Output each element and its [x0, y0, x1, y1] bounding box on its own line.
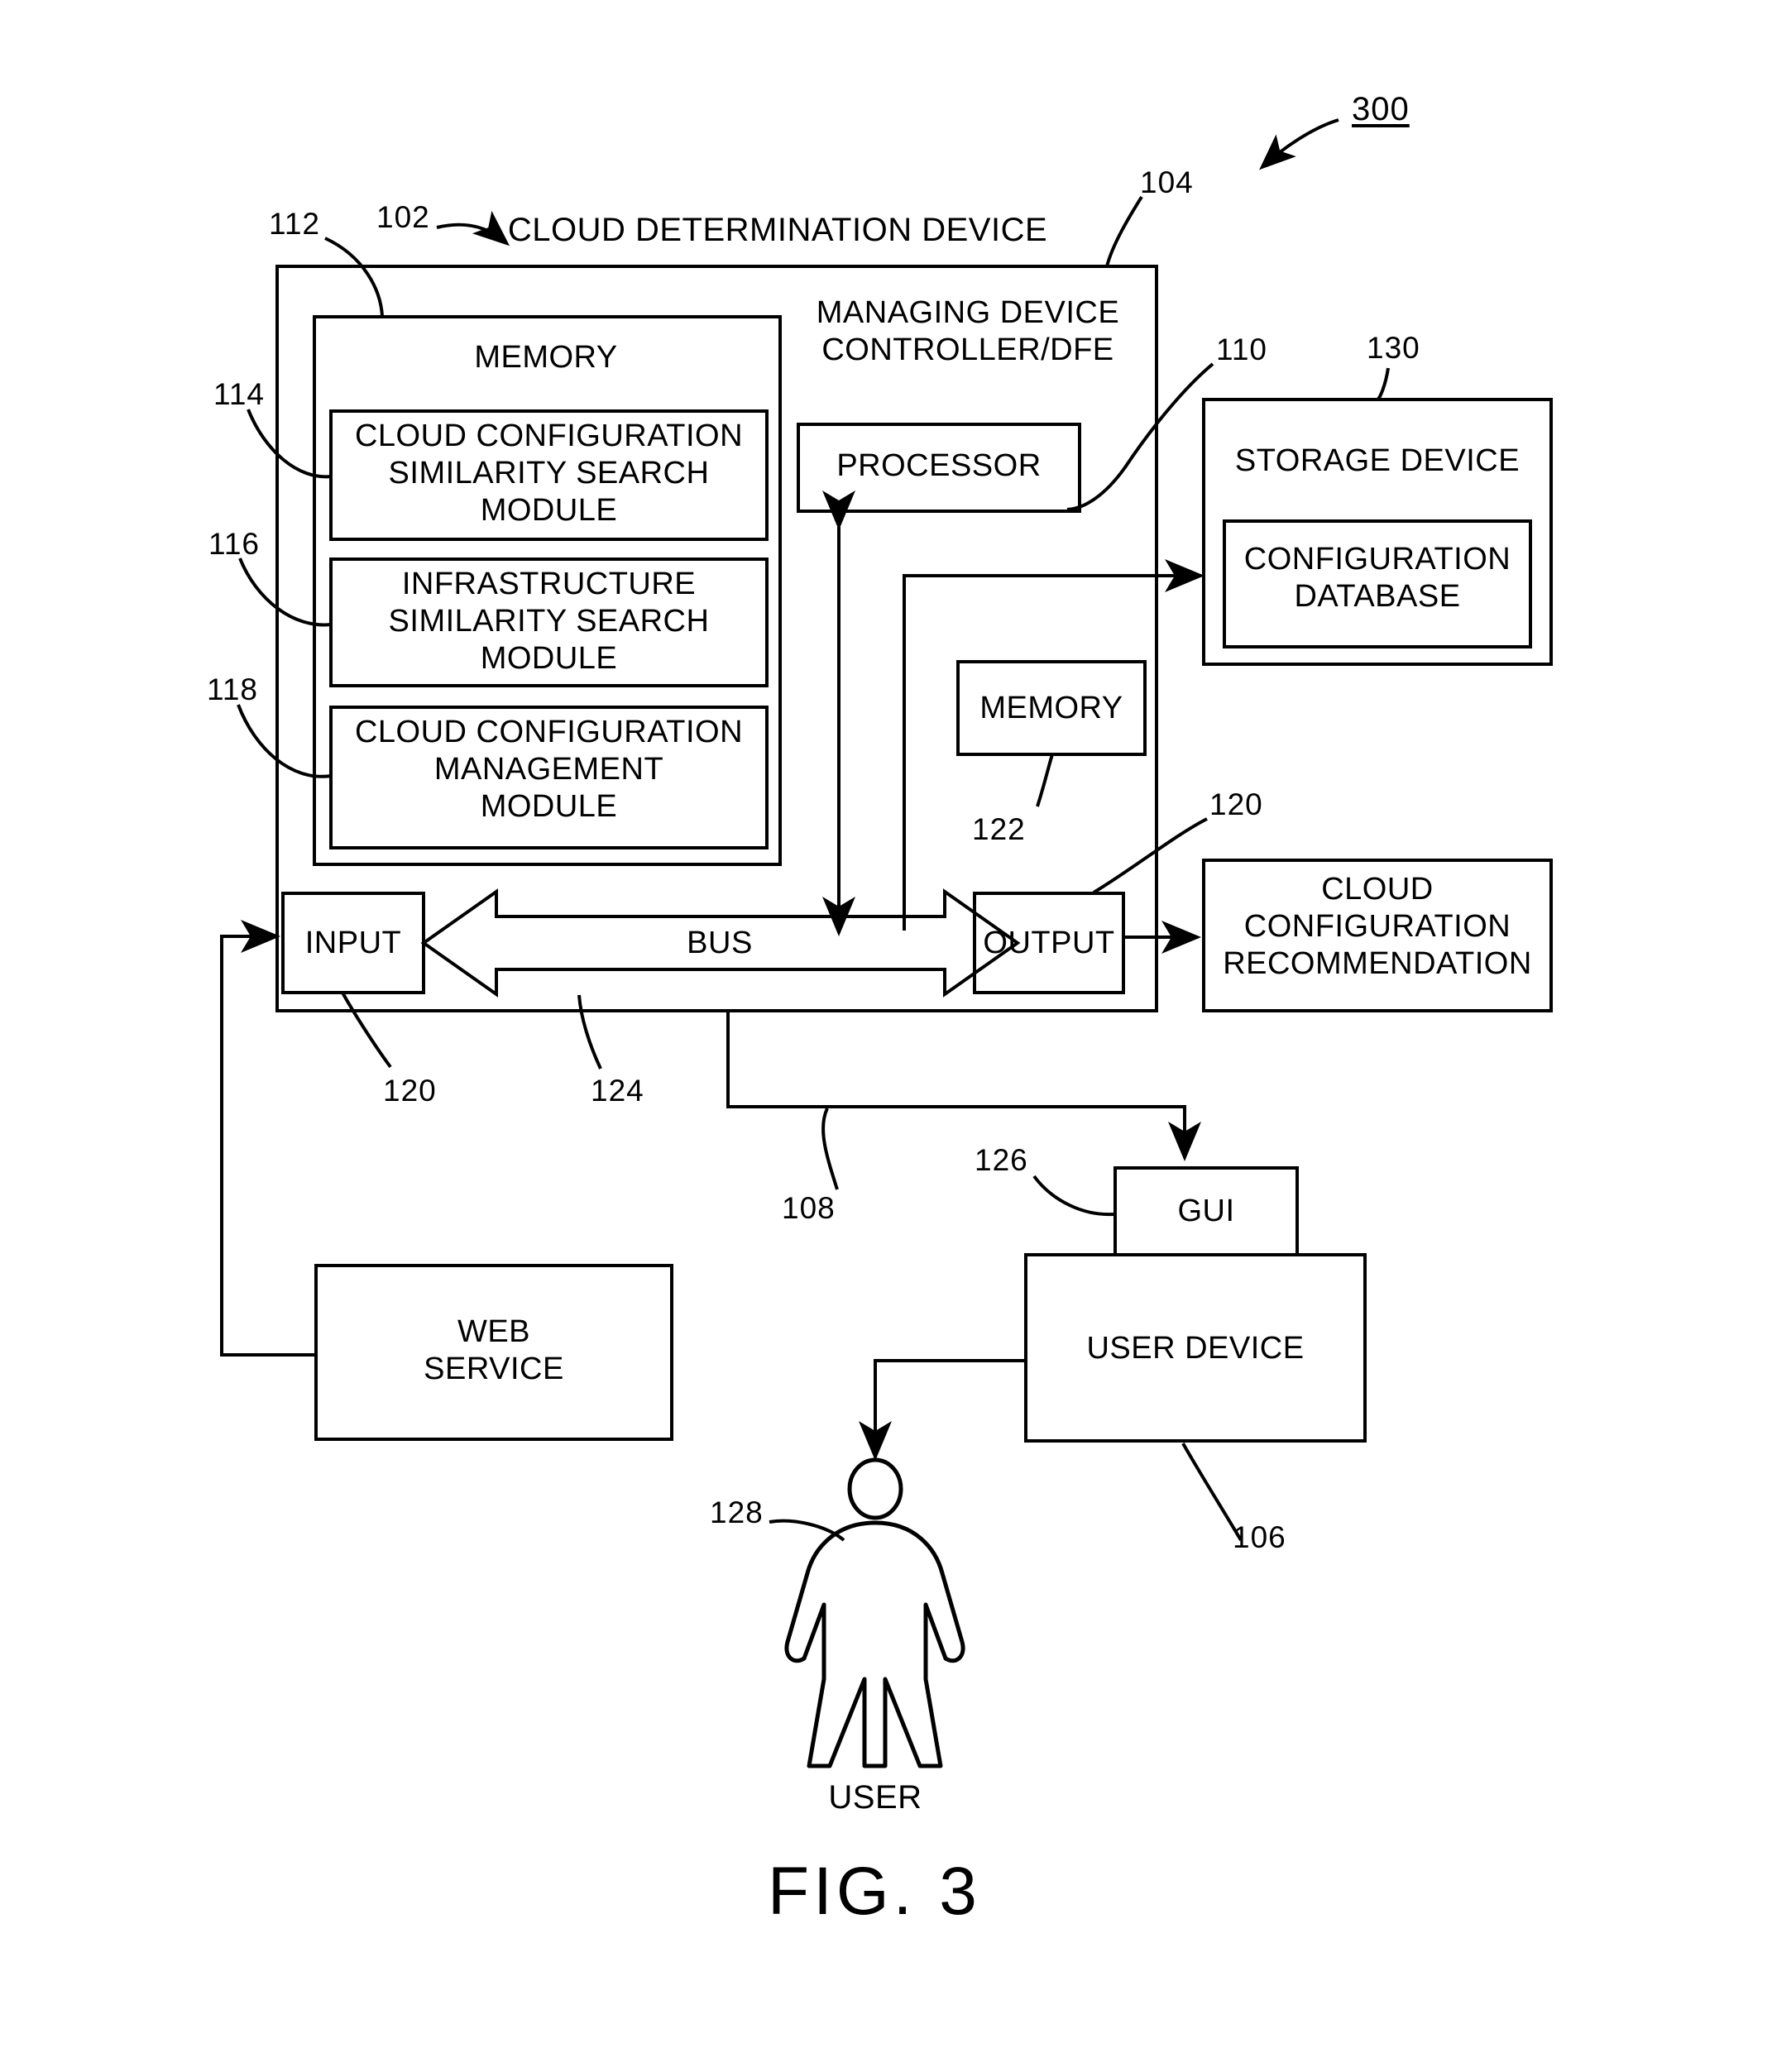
ref-102: 102: [376, 200, 430, 234]
figure-title: FIG. 3: [768, 1854, 981, 1929]
configuration-database-label: CONFIGURATION DATABASE: [1243, 542, 1511, 614]
output-label: OUTPUT: [983, 926, 1115, 960]
ref-126: 126: [975, 1143, 1028, 1177]
ref-300: 300: [1352, 91, 1410, 127]
processor-label: PROCESSOR: [836, 448, 1042, 483]
memory-label: MEMORY: [474, 340, 618, 375]
gui-label: GUI: [1177, 1194, 1235, 1228]
ref-116: 116: [208, 527, 260, 561]
ref-114: 114: [213, 377, 265, 411]
ref-122: 122: [972, 812, 1026, 846]
patent-figure-page: CLOUD DETERMINATION DEVICE MANAGING DEVI…: [0, 0, 1772, 2072]
ref-130: 130: [1367, 331, 1420, 365]
user-device-label: USER DEVICE: [1086, 1331, 1305, 1366]
infrastructure-similarity-search-module-label: INFRASTRUCTURE SIMILARITY SEARCH MODULE: [388, 567, 710, 676]
cloud-config-management-module-label: CLOUD CONFIGURATION MANAGEMENT MODULE: [354, 715, 744, 824]
cloud-config-similarity-search-module-label: CLOUD CONFIGURATION SIMILARITY SEARCH MO…: [354, 419, 744, 528]
storage-device-label: STORAGE DEVICE: [1234, 443, 1521, 478]
ref-112: 112: [269, 207, 320, 241]
ref-104: 104: [1140, 165, 1194, 199]
ref-118: 118: [207, 672, 258, 706]
web-service-label: WEB SERVICE: [424, 1314, 564, 1386]
input-label: INPUT: [304, 926, 402, 960]
cloud-determination-device-title: CLOUD DETERMINATION DEVICE: [507, 212, 1048, 248]
ref-120-output: 120: [1209, 787, 1263, 821]
bus-label: BUS: [687, 926, 753, 960]
ref-124: 124: [591, 1074, 644, 1108]
cloud-configuration-recommendation-label: CLOUD CONFIGURATION RECOMMENDATION: [1223, 872, 1532, 981]
ref-120-input: 120: [383, 1074, 437, 1108]
ref-106: 106: [1233, 1520, 1286, 1554]
user-label: USER: [828, 1779, 922, 1816]
ref-108: 108: [782, 1191, 836, 1225]
managing-device-controller-label: MANAGING DEVICE CONTROLLER/DFE: [816, 295, 1120, 367]
ref-110: 110: [1216, 333, 1267, 366]
memory-controller-label: MEMORY: [979, 691, 1123, 725]
ref-128: 128: [710, 1495, 764, 1529]
